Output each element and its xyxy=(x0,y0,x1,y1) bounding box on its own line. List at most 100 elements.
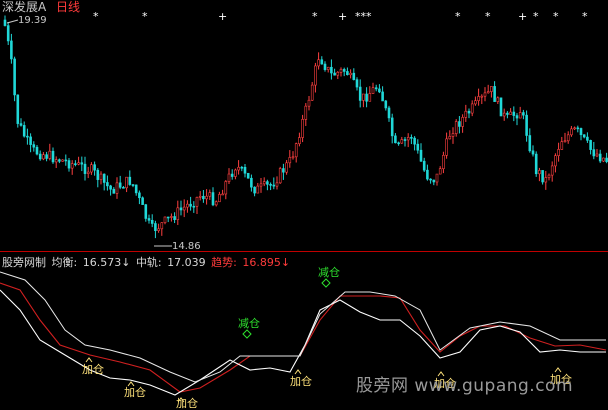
candle-body xyxy=(13,58,16,96)
candle-body xyxy=(461,117,464,127)
reduce-signal-2: 减仓 xyxy=(318,266,340,279)
candle-body xyxy=(80,162,84,165)
trend-label: 趋势: xyxy=(211,256,237,269)
candle-body xyxy=(118,182,122,188)
candle-body xyxy=(262,181,266,185)
candle-body xyxy=(173,216,176,220)
candle-body xyxy=(598,153,602,162)
candle-body xyxy=(125,176,128,189)
candle-body xyxy=(400,139,404,144)
candle-body xyxy=(182,206,186,211)
candle-body xyxy=(317,59,320,67)
candle-body xyxy=(560,141,564,150)
candle-body xyxy=(480,95,484,98)
candle-body xyxy=(413,137,416,145)
candle-body xyxy=(214,201,218,206)
candle-body xyxy=(83,163,87,174)
candle-body xyxy=(365,93,368,102)
candle-body xyxy=(550,165,554,176)
candle-body xyxy=(16,94,20,124)
candle-body xyxy=(243,166,247,174)
candle-body xyxy=(547,174,551,178)
candle-body xyxy=(416,143,420,151)
candle-body xyxy=(339,69,343,73)
low-price-label: 14.86 xyxy=(172,241,201,252)
candle-body xyxy=(310,84,314,101)
candle-body xyxy=(448,136,452,140)
high-price-leader xyxy=(6,19,19,24)
candle-body xyxy=(86,171,90,174)
candle-body xyxy=(438,168,442,175)
candle-body xyxy=(291,156,295,159)
candle-body xyxy=(26,135,29,138)
candle-body xyxy=(54,159,58,163)
candle-body xyxy=(442,154,445,169)
candle-body xyxy=(541,170,544,183)
candle-body xyxy=(544,177,548,183)
candle-body xyxy=(403,139,407,141)
candle-body xyxy=(330,66,333,74)
candle-body xyxy=(502,112,506,117)
candle-body xyxy=(253,186,256,194)
candle-body xyxy=(554,155,557,167)
candle-body xyxy=(483,92,487,97)
candle-body xyxy=(406,137,410,141)
candle-body xyxy=(166,216,170,219)
candle-body xyxy=(99,173,103,180)
candle-body xyxy=(272,184,276,187)
candle-body xyxy=(499,97,503,117)
candle-body xyxy=(192,205,196,208)
candle-body xyxy=(275,182,279,187)
candle-body xyxy=(237,166,240,171)
candle-body xyxy=(390,117,394,137)
candle-body xyxy=(445,138,448,156)
candle-body xyxy=(538,170,541,175)
candle-body xyxy=(410,137,413,139)
candle-body xyxy=(576,127,580,130)
signal-marker: * xyxy=(312,10,318,23)
candle-body xyxy=(74,163,77,165)
candle-body xyxy=(602,157,605,162)
candle-body xyxy=(294,143,298,158)
candle-body xyxy=(573,127,576,130)
add-signal-1: 加仓 xyxy=(82,363,104,376)
candle-body xyxy=(202,195,205,200)
candle-body xyxy=(397,142,400,145)
candle-body xyxy=(93,164,96,171)
candle-body xyxy=(198,195,202,198)
candle-body xyxy=(67,160,71,169)
candle-body xyxy=(362,93,365,101)
top-signal-markers: * * + * + *** * * + * * * xyxy=(93,10,588,23)
mean-value: 16.573↓ xyxy=(82,256,131,269)
signal-marker: *** xyxy=(355,10,372,23)
candle-body xyxy=(6,25,10,42)
add-arrow-icon xyxy=(294,369,302,375)
candle-body xyxy=(563,140,567,143)
candle-body xyxy=(157,228,160,231)
candle-body xyxy=(518,112,522,119)
candle-body xyxy=(102,173,106,183)
candle-body xyxy=(38,153,42,160)
watermark: 股旁网 www.gupang.com xyxy=(356,376,574,396)
candle-body xyxy=(211,192,215,206)
candle-body xyxy=(298,137,301,144)
candle-body xyxy=(592,149,596,157)
candle-body xyxy=(531,150,535,155)
candle-body xyxy=(3,19,7,26)
candle-body xyxy=(387,107,391,119)
candle-body xyxy=(77,162,80,165)
candle-body xyxy=(368,93,372,102)
candle-body xyxy=(266,181,269,185)
stock-chart-canvas: * * + * + *** * * + * * * xyxy=(0,10,608,403)
candle-body xyxy=(477,96,480,101)
candle-body xyxy=(486,91,490,94)
candle-body xyxy=(515,115,519,119)
candle-body xyxy=(51,150,55,163)
candle-body xyxy=(323,63,327,70)
candle-body xyxy=(150,220,154,224)
candle-body xyxy=(288,157,292,164)
candle-body xyxy=(467,110,471,114)
candle-body xyxy=(419,149,423,162)
candle-body xyxy=(586,136,589,141)
candle-body xyxy=(160,222,164,230)
